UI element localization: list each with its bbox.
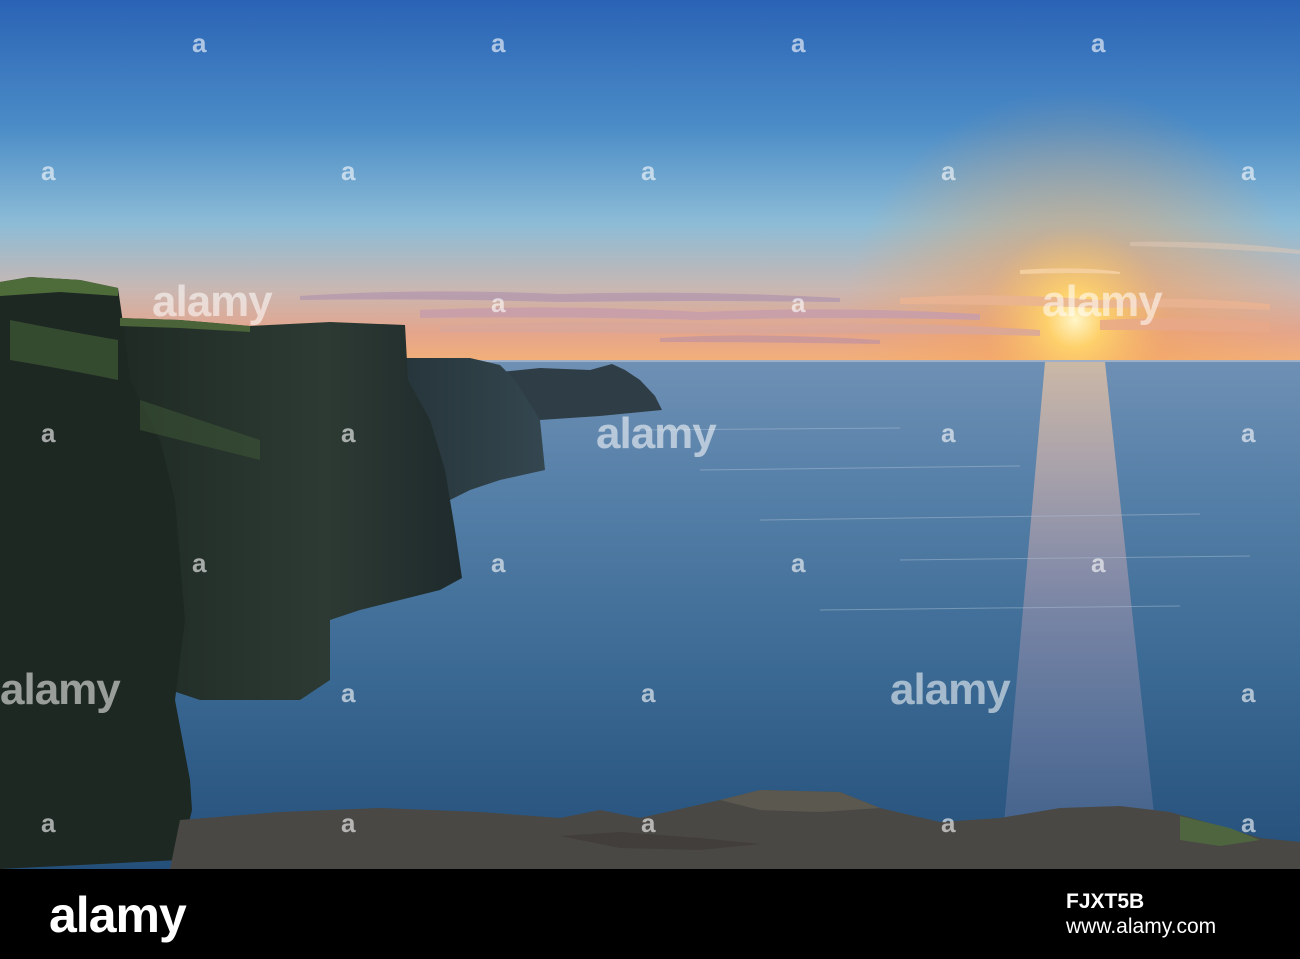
watermark-alamy: alamy: [890, 665, 1011, 714]
watermark-a: a: [41, 156, 56, 186]
watermark-a: a: [1241, 678, 1256, 708]
watermark-a: a: [1241, 418, 1256, 448]
watermark-a: a: [941, 808, 956, 838]
site-url[interactable]: www.alamy.com: [1066, 916, 1216, 937]
image-id: FJXT5B: [1066, 890, 1145, 913]
watermark-a: a: [791, 28, 806, 58]
watermark-a: a: [941, 418, 956, 448]
watermark-a: a: [192, 28, 207, 58]
footer-bar: [0, 869, 1300, 959]
watermark-alamy: alamy: [1042, 277, 1163, 326]
brand-logo: alamy: [49, 887, 187, 943]
watermark-a: a: [641, 678, 656, 708]
watermark-alamy: alamy: [152, 277, 273, 326]
watermark-a: a: [791, 548, 806, 578]
watermark-a: a: [491, 548, 506, 578]
watermark-a: a: [41, 418, 56, 448]
watermark-a: a: [641, 156, 656, 186]
watermark-a: a: [1091, 28, 1106, 58]
watermark-a: a: [341, 678, 356, 708]
watermark-a: a: [341, 808, 356, 838]
watermark-a: a: [341, 156, 356, 186]
watermark-a: a: [1241, 808, 1256, 838]
watermark-a: a: [1091, 548, 1106, 578]
watermark-alamy: alamy: [596, 409, 717, 458]
watermark-a: a: [791, 288, 806, 318]
watermark-a: a: [941, 156, 956, 186]
watermark-a: a: [491, 288, 506, 318]
watermark-a: a: [41, 808, 56, 838]
watermark-a: a: [641, 808, 656, 838]
watermark-a: a: [491, 28, 506, 58]
watermark-a: a: [341, 418, 356, 448]
watermark-a: a: [1241, 156, 1256, 186]
watermark-alamy: alamy: [0, 665, 121, 714]
watermark-a: a: [192, 548, 207, 578]
